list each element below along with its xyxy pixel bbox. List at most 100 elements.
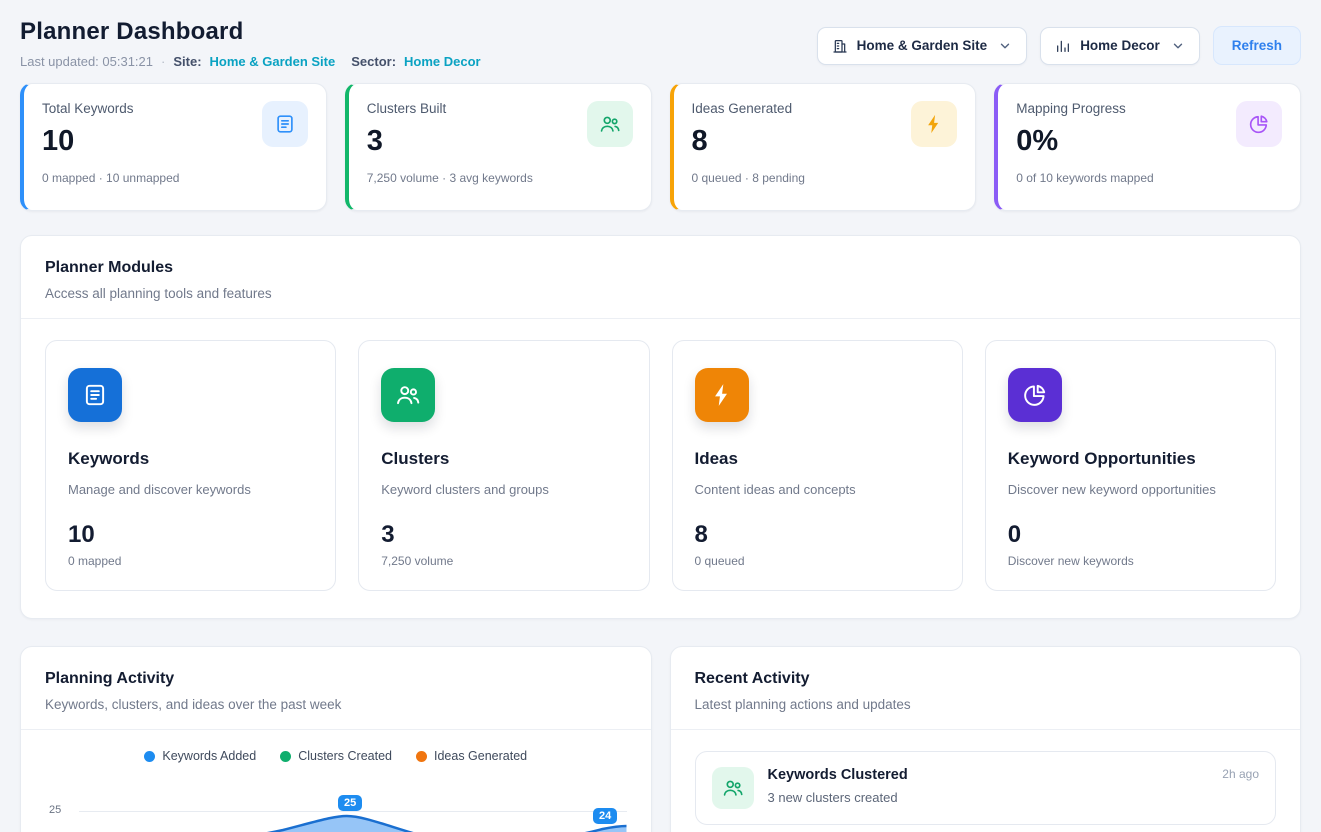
stat-main: Clusters Built 3 7,250 volume · 3 avg ke…: [367, 101, 533, 195]
legend-label: Clusters Created: [298, 749, 392, 763]
chevron-down-icon: [1171, 39, 1185, 53]
module-title: Keywords: [68, 449, 313, 469]
legend-dot-icon: [280, 751, 291, 762]
module-card-keyword-opportunities[interactable]: Keyword Opportunities Discover new keywo…: [985, 340, 1276, 591]
module-title: Keyword Opportunities: [1008, 449, 1253, 469]
stat-value: 8: [692, 126, 805, 158]
module-description: Discover new keyword opportunities: [1008, 482, 1253, 497]
sector-link[interactable]: Home Decor: [404, 54, 481, 69]
recent-item-description: 3 new clusters created: [768, 790, 1260, 805]
sector-selector-dropdown[interactable]: Home Decor: [1040, 27, 1200, 65]
data-point-label: 25: [338, 795, 362, 811]
stat-card-clusters-built: Clusters Built 3 7,250 volume · 3 avg ke…: [345, 83, 652, 211]
users-icon: [587, 101, 633, 147]
module-title: Clusters: [381, 449, 626, 469]
site-selector-dropdown[interactable]: Home & Garden Site: [817, 27, 1028, 65]
stat-main: Total Keywords 10 0 mapped · 10 unmapped: [42, 101, 179, 195]
planner-modules-panel: Planner Modules Access all planning tool…: [20, 235, 1301, 619]
site-selector-label: Home & Garden Site: [857, 38, 988, 53]
sector-selector-label: Home Decor: [1080, 38, 1160, 53]
recent-item-title: Keywords Clustered: [768, 767, 908, 783]
modules-header: Planner Modules Access all planning tool…: [21, 236, 1300, 318]
module-card-ideas[interactable]: Ideas Content ideas and concepts 8 0 que…: [672, 340, 963, 591]
stat-label: Clusters Built: [367, 101, 533, 116]
module-value: 8: [695, 521, 940, 549]
stat-label: Ideas Generated: [692, 101, 805, 116]
legend-label: Ideas Generated: [434, 749, 527, 763]
site-label: Site:: [173, 54, 201, 69]
last-updated-text: Last updated: 05:31:21: [20, 54, 153, 69]
users-icon: [381, 368, 435, 422]
stat-card-total-keywords: Total Keywords 10 0 mapped · 10 unmapped: [20, 83, 327, 211]
data-point-label: 24: [593, 808, 617, 824]
chart-legend: Keywords Added Clusters Created Ideas Ge…: [45, 749, 627, 763]
legend-dot-icon: [144, 751, 155, 762]
legend-item-keywords-added: Keywords Added: [144, 749, 256, 763]
planning-activity-subtitle: Keywords, clusters, and ideas over the p…: [45, 697, 627, 712]
stat-value: 10: [42, 126, 179, 158]
module-value: 10: [68, 521, 313, 549]
module-card-clusters[interactable]: Clusters Keyword clusters and groups 3 7…: [358, 340, 649, 591]
recent-item-main: Keywords Clustered 2h ago 3 new clusters…: [768, 767, 1260, 809]
stat-sub: 7,250 volume · 3 avg keywords: [367, 171, 533, 185]
recent-activity-subtitle: Latest planning actions and updates: [695, 697, 1277, 712]
pie-chart-icon: [1236, 101, 1282, 147]
chevron-down-icon: [998, 39, 1012, 53]
module-description: Content ideas and concepts: [695, 482, 940, 497]
legend-label: Keywords Added: [162, 749, 256, 763]
stat-card-ideas-generated: Ideas Generated 8 0 queued · 8 pending: [670, 83, 977, 211]
planning-activity-header: Planning Activity Keywords, clusters, an…: [21, 647, 651, 729]
module-sub: 0 mapped: [68, 554, 313, 568]
planning-activity-title: Planning Activity: [45, 670, 627, 688]
meta-line: Last updated: 05:31:21 · Site: Home & Ga…: [20, 54, 481, 69]
bottom-row: Planning Activity Keywords, clusters, an…: [20, 646, 1301, 832]
site-link[interactable]: Home & Garden Site: [210, 54, 336, 69]
pie-chart-icon: [1008, 368, 1062, 422]
module-title: Ideas: [695, 449, 940, 469]
legend-item-ideas-generated: Ideas Generated: [416, 749, 527, 763]
module-sub: 7,250 volume: [381, 554, 626, 568]
stats-row: Total Keywords 10 0 mapped · 10 unmapped…: [20, 83, 1301, 211]
recent-item-title-row: Keywords Clustered 2h ago: [768, 767, 1260, 783]
planner-dashboard-page: Planner Dashboard Last updated: 05:31:21…: [0, 0, 1321, 832]
y-axis-tick: 25: [49, 804, 61, 816]
stat-card-mapping-progress: Mapping Progress 0% 0 of 10 keywords map…: [994, 83, 1301, 211]
lightning-icon: [911, 101, 957, 147]
users-icon: [712, 767, 754, 809]
line-chart-plot: 25 25 24: [45, 776, 627, 832]
stat-label: Total Keywords: [42, 101, 179, 116]
bar-chart-icon: [1055, 38, 1071, 54]
recent-item-timestamp: 2h ago: [1222, 767, 1259, 781]
recent-activity-title: Recent Activity: [695, 670, 1277, 688]
page-title: Planner Dashboard: [20, 18, 481, 46]
modules-grid: Keywords Manage and discover keywords 10…: [21, 319, 1300, 618]
document-lines-icon: [68, 368, 122, 422]
recent-activity-panel: Recent Activity Latest planning actions …: [670, 646, 1302, 832]
header-actions: Home & Garden Site Home Decor Refresh: [817, 18, 1301, 65]
legend-item-clusters-created: Clusters Created: [280, 749, 392, 763]
refresh-button[interactable]: Refresh: [1213, 26, 1301, 65]
modules-subtitle: Access all planning tools and features: [45, 286, 1276, 301]
module-description: Manage and discover keywords: [68, 482, 313, 497]
planning-activity-panel: Planning Activity Keywords, clusters, an…: [20, 646, 652, 832]
activity-chart: Keywords Added Clusters Created Ideas Ge…: [21, 730, 651, 832]
recent-activity-list: Keywords Clustered 2h ago 3 new clusters…: [671, 730, 1301, 832]
stat-value: 0%: [1016, 126, 1153, 158]
modules-title: Planner Modules: [45, 259, 1276, 277]
lightning-icon: [695, 368, 749, 422]
stat-label: Mapping Progress: [1016, 101, 1153, 116]
page-header: Planner Dashboard Last updated: 05:31:21…: [20, 18, 1301, 69]
module-card-keywords[interactable]: Keywords Manage and discover keywords 10…: [45, 340, 336, 591]
module-sub: Discover new keywords: [1008, 554, 1253, 568]
list-item-keywords-clustered: Keywords Clustered 2h ago 3 new clusters…: [695, 751, 1277, 825]
sector-label: Sector:: [351, 54, 396, 69]
document-lines-icon: [262, 101, 308, 147]
legend-dot-icon: [416, 751, 427, 762]
building-icon: [832, 38, 848, 54]
stat-sub: 0 queued · 8 pending: [692, 171, 805, 185]
stat-main: Mapping Progress 0% 0 of 10 keywords map…: [1016, 101, 1153, 195]
separator-dot: ·: [161, 54, 165, 69]
stat-sub: 0 mapped · 10 unmapped: [42, 171, 179, 185]
stat-main: Ideas Generated 8 0 queued · 8 pending: [692, 101, 805, 195]
module-value: 0: [1008, 521, 1253, 549]
